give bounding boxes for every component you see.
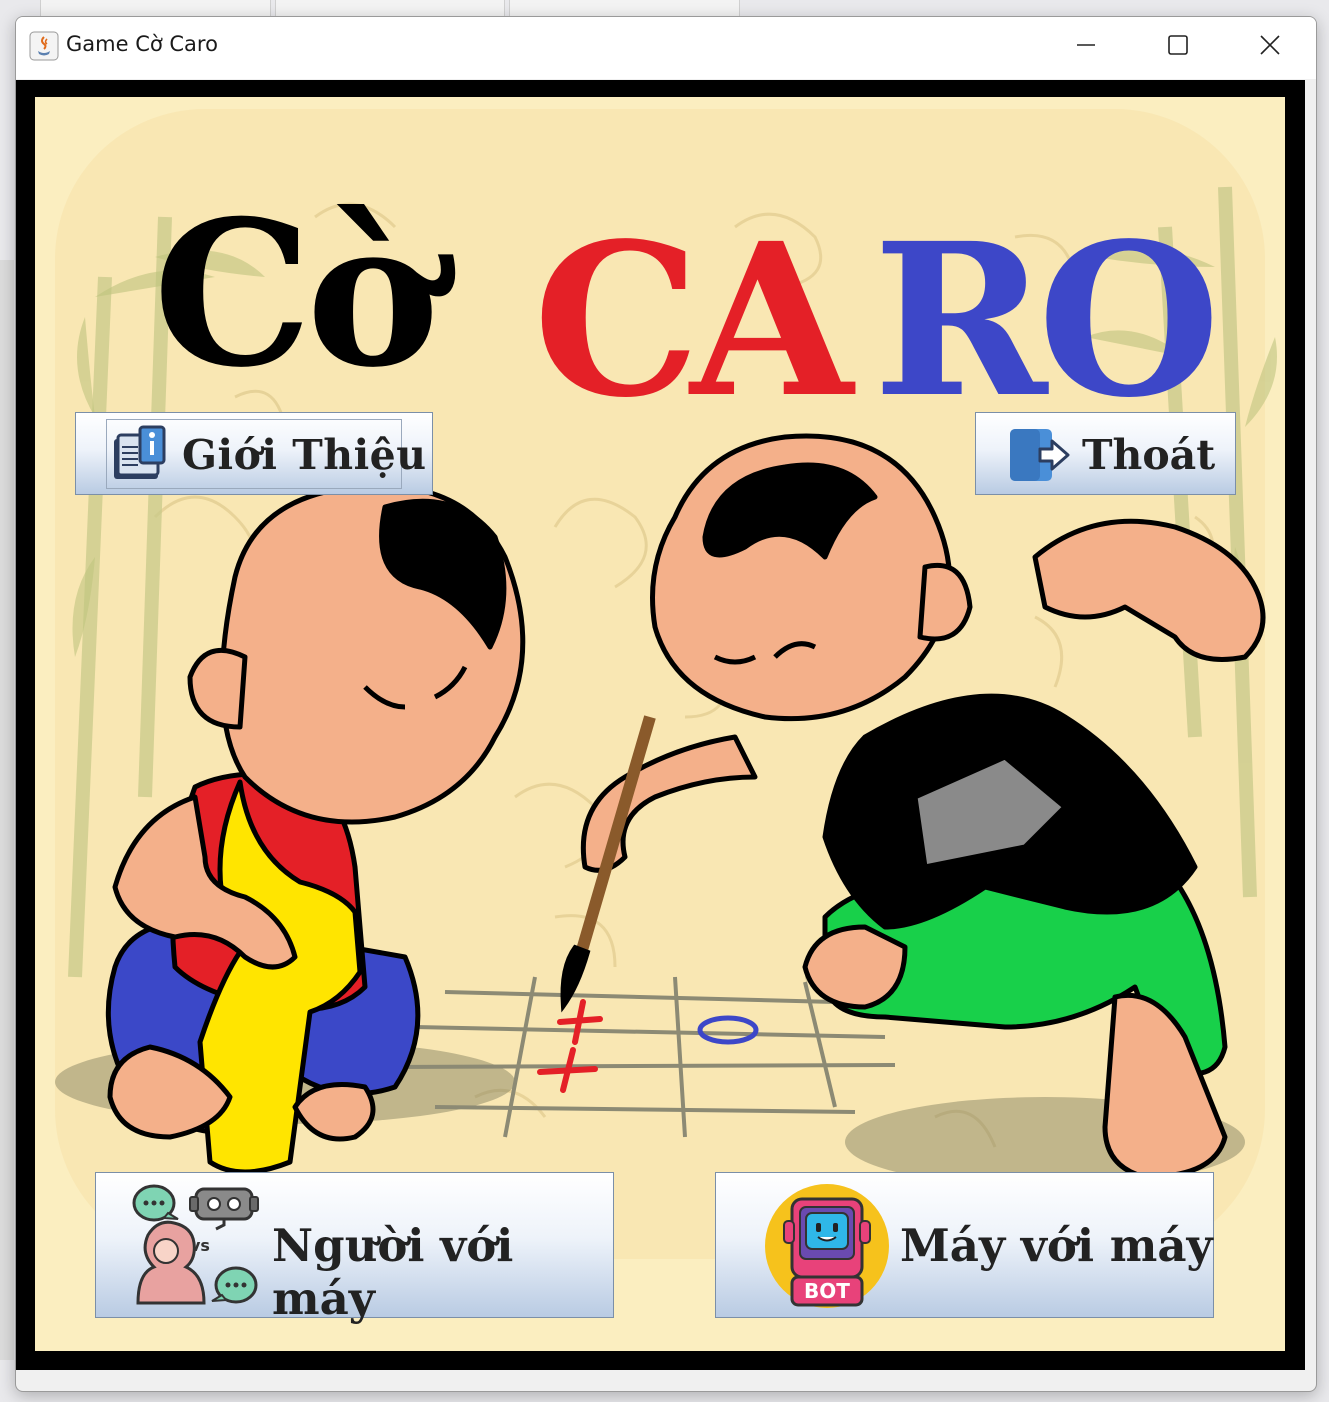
info-book-icon xyxy=(114,425,166,479)
person-vs-bot-icon: vs xyxy=(132,1184,259,1305)
close-button[interactable] xyxy=(1224,17,1316,73)
logo-word-ro: RO xyxy=(873,197,1220,444)
computer-vs-computer-button[interactable]: BOT Máy với máy xyxy=(715,1172,1214,1318)
background-window-edge xyxy=(0,260,14,1360)
logo-word-ca: CA xyxy=(533,197,853,444)
intro-button[interactable]: Giới Thiệu xyxy=(75,412,433,495)
maximize-icon xyxy=(1168,35,1188,55)
minimize-icon xyxy=(1077,44,1095,46)
game-frame: Cờ CA RO Giới Thiệu Thoát vs Người với m… xyxy=(16,80,1305,1370)
computer-vs-computer-label: Máy với máy xyxy=(900,1219,1213,1272)
window-title: Game Cờ Caro xyxy=(66,32,218,56)
menu-canvas: Cờ CA RO Giới Thiệu Thoát vs Người với m… xyxy=(35,97,1285,1351)
java-app-icon xyxy=(29,31,59,61)
player-vs-computer-button[interactable]: vs Người với máy xyxy=(95,1172,614,1325)
exit-button-label: Thoát xyxy=(1082,431,1216,479)
logout-door-icon xyxy=(1010,429,1070,481)
minimize-button[interactable] xyxy=(1040,17,1132,73)
intro-button-label: Giới Thiệu xyxy=(182,431,427,479)
game-logo: Cờ CA RO xyxy=(153,157,1220,444)
game-window: Game Cờ Caro Cờ CA RO Giới Thiệu Thoát v… xyxy=(15,16,1317,1392)
player-vs-computer-label: Người với máy xyxy=(272,1219,514,1325)
maximize-button[interactable] xyxy=(1132,17,1224,73)
bot-badge-text: BOT xyxy=(804,1279,850,1303)
title-bar[interactable]: Game Cờ Caro xyxy=(16,17,1316,79)
exit-button[interactable]: Thoát xyxy=(975,412,1236,495)
bot-badge-icon: BOT xyxy=(765,1184,889,1308)
close-icon xyxy=(1260,35,1280,55)
logo-word-co: Cờ xyxy=(153,177,440,412)
